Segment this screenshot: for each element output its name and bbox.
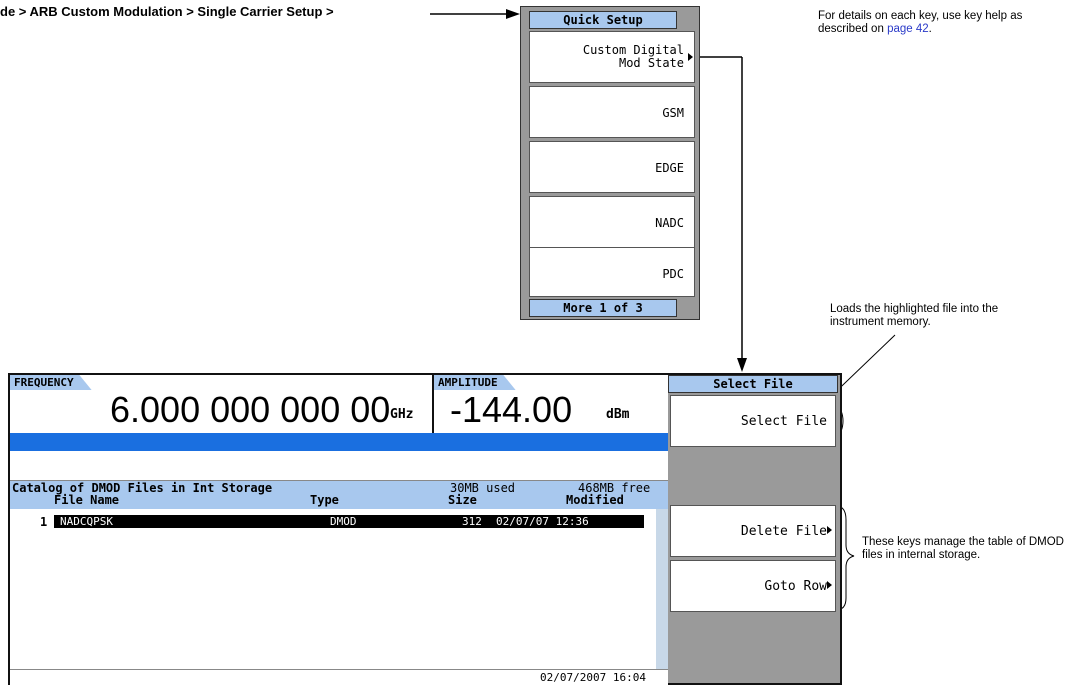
file-list[interactable]: [10, 509, 656, 669]
frequency-unit: GHz: [390, 407, 414, 422]
amplitude-unit: dBm: [606, 407, 630, 422]
file-list-scrollbar[interactable]: [656, 509, 668, 669]
row-index: 1: [40, 515, 48, 529]
custom-digital-mod-state-key[interactable]: Custom Digital Mod State: [529, 31, 695, 83]
table-row[interactable]: NADCQPSK DMOD 312 02/07/07 12:36: [54, 515, 644, 528]
catalog-title: Catalog of DMOD Files in Int Storage: [12, 481, 273, 495]
amplitude-value: -144.00: [450, 389, 573, 430]
pdc-key[interactable]: PDC: [529, 247, 695, 297]
row-type: DMOD: [330, 515, 357, 528]
message-line: [10, 451, 668, 481]
row-modified: 02/07/07 12:36: [496, 515, 589, 528]
delete-file-button[interactable]: Delete File: [670, 505, 836, 557]
goto-row-button[interactable]: Goto Row: [670, 560, 836, 612]
select-file-menu-title: Select File: [668, 375, 838, 393]
custom-digital-mod-state-label-1: Custom Digital: [582, 43, 684, 57]
key-help-text-end: .: [928, 23, 932, 35]
amplitude-area: AMPLITUDE -144.00 dBm: [434, 375, 668, 433]
submenu-arrow-icon: [688, 53, 693, 61]
edge-key[interactable]: EDGE: [529, 141, 695, 193]
nadc-key[interactable]: NADC: [529, 196, 695, 248]
instrument-screen: FREQUENCY 6.000 000 000 00 GHz AMPLITUDE…: [8, 373, 842, 685]
timestamp-bar: 02/07/2007 16:04: [10, 669, 668, 685]
goto-row-arrow-icon: [827, 581, 832, 589]
frequency-value: 6.000 000 000 00: [110, 389, 391, 430]
select-file-button[interactable]: Select File: [670, 395, 836, 447]
quick-setup-title: Quick Setup: [529, 11, 677, 29]
column-file-name[interactable]: File Name: [54, 493, 119, 507]
select-file-note: Loads the highlighted file into the inst…: [830, 303, 999, 328]
timestamp: 02/07/2007 16:04: [540, 671, 646, 684]
quick-setup-panel: Quick Setup Custom Digital Mod State GSM…: [520, 6, 700, 320]
custom-digital-mod-state-label-2: Mod State: [618, 56, 684, 70]
mod-state-arrow-head: [737, 358, 747, 372]
manage-files-note: These keys manage the table of DMOD file…: [862, 536, 1064, 561]
frequency-area: FREQUENCY 6.000 000 000 00 GHz: [10, 375, 434, 433]
row-size: 312: [462, 515, 482, 528]
breadcrumb-arrow-head: [506, 9, 520, 19]
page-42-link[interactable]: page 42: [887, 23, 929, 35]
column-size[interactable]: Size: [448, 493, 477, 507]
column-type[interactable]: Type: [310, 493, 339, 507]
catalog-header: Catalog of DMOD Files in Int Storage 30M…: [10, 481, 668, 509]
delete-file-arrow-icon: [827, 526, 832, 534]
amplitude-label: AMPLITUDE: [434, 375, 516, 390]
status-bar: [10, 433, 668, 451]
more-1-of-3-key[interactable]: More 1 of 3: [529, 299, 677, 317]
frequency-label: FREQUENCY: [10, 375, 92, 390]
key-help-note: For details on each key, use key help as…: [818, 10, 1058, 36]
column-modified[interactable]: Modified: [566, 493, 624, 507]
row-file-name: NADCQPSK: [60, 515, 113, 528]
gsm-key[interactable]: GSM: [529, 86, 695, 138]
